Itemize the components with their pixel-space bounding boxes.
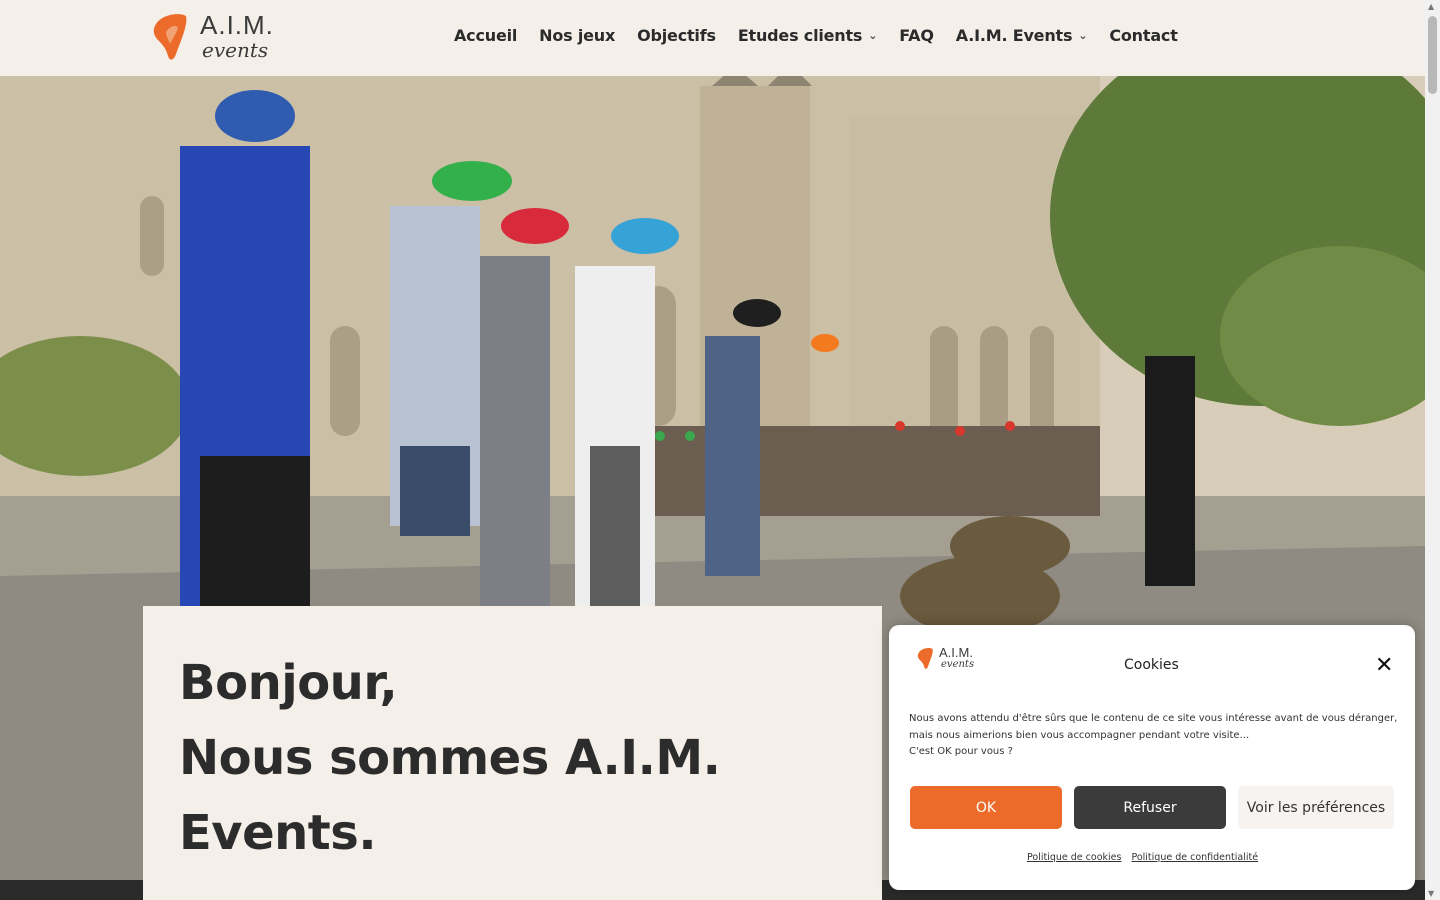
privacy-policy-link[interactable]: Politique de confidentialité bbox=[1131, 852, 1258, 863]
hero-headline: Bonjour, Nous sommes A.I.M. Events. bbox=[179, 646, 846, 871]
nav-item-etudes-clients[interactable]: Etudes clients ⌄ bbox=[738, 26, 878, 45]
nav-item-nos-jeux[interactable]: Nos jeux bbox=[539, 26, 615, 45]
chevron-down-icon: ⌄ bbox=[868, 29, 878, 42]
cookie-logo-events: events bbox=[941, 659, 975, 670]
nav-item-aim-events[interactable]: A.I.M. Events ⌄ bbox=[956, 26, 1088, 45]
cookie-message-line: mais nous aimerions bien vous accompagne… bbox=[909, 729, 1250, 741]
cookie-accept-button[interactable]: OK bbox=[910, 786, 1062, 829]
logo-events-text: events bbox=[202, 38, 269, 62]
site-header: A.I.M. events Accueil Nos jeux Objectifs… bbox=[0, 0, 1425, 76]
logo-aim-text: A.I.M. bbox=[200, 10, 274, 40]
hero-headline-card: Bonjour, Nous sommes A.I.M. Events. bbox=[143, 606, 882, 900]
cookie-consent-dialog: A.I.M. events Cookies ✕ Nous avons atten… bbox=[889, 625, 1415, 890]
cookie-refuse-button[interactable]: Refuser bbox=[1074, 786, 1226, 829]
logo-mark-icon bbox=[917, 648, 933, 669]
cookie-preferences-button[interactable]: Voir les préférences bbox=[1238, 786, 1394, 829]
headline-line: Nous sommes A.I.M. bbox=[179, 730, 721, 786]
nav-item-accueil[interactable]: Accueil bbox=[454, 26, 517, 45]
chevron-down-icon: ⌄ bbox=[1078, 29, 1088, 42]
scrollbar-thumb[interactable] bbox=[1428, 16, 1437, 94]
cookie-logo-aim: A.I.M. bbox=[939, 645, 973, 660]
site-logo[interactable]: A.I.M. events bbox=[152, 10, 280, 66]
headline-line: Events. bbox=[179, 805, 377, 861]
headline-line: Bonjour, bbox=[179, 655, 398, 711]
scroll-down-icon[interactable]: ▼ bbox=[1428, 889, 1434, 898]
cookie-message-line: C'est OK pour vous ? bbox=[909, 746, 1013, 757]
cookie-policy-link[interactable]: Politique de cookies bbox=[1027, 852, 1121, 863]
cookie-logo: A.I.M. events bbox=[917, 643, 983, 675]
page-scrollbar[interactable]: ▲ ▼ bbox=[1425, 0, 1440, 900]
cookie-policy-links: Politique de cookies Politique de confid… bbox=[1027, 852, 1258, 863]
scroll-up-icon[interactable]: ▲ bbox=[1428, 2, 1434, 11]
logo-mark-icon bbox=[153, 14, 187, 60]
cookie-title: Cookies bbox=[1124, 657, 1179, 673]
cookie-message: Nous avons attendu d'être sûrs que le co… bbox=[909, 711, 1399, 761]
nav-item-faq[interactable]: FAQ bbox=[899, 26, 934, 45]
main-nav: Accueil Nos jeux Objectifs Etudes client… bbox=[454, 26, 1200, 45]
close-icon[interactable]: ✕ bbox=[1375, 653, 1393, 678]
nav-item-contact[interactable]: Contact bbox=[1109, 26, 1178, 45]
nav-item-objectifs[interactable]: Objectifs bbox=[637, 26, 716, 45]
cookie-message-line: Nous avons attendu d'être sûrs que le co… bbox=[909, 713, 1398, 724]
